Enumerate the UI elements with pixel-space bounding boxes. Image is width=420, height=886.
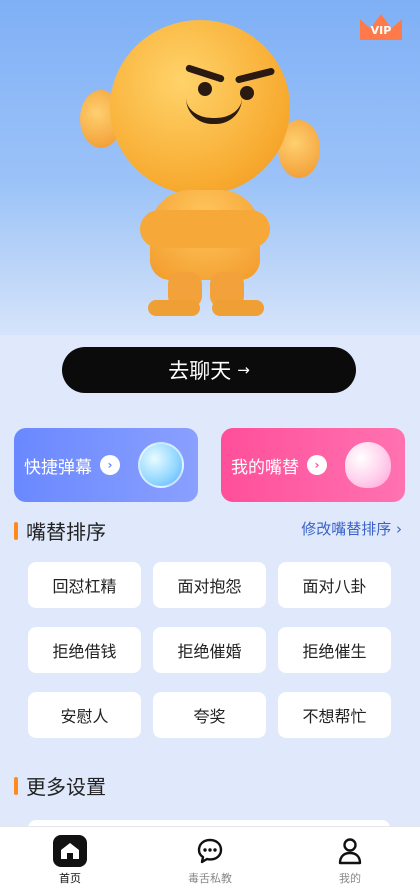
tab-me-label: 我的 xyxy=(339,872,361,885)
tab-me[interactable]: 我的 xyxy=(280,827,420,886)
mascot-illustration xyxy=(70,10,350,320)
chip-item[interactable]: 面对抱怨 xyxy=(153,562,266,608)
section-accent-bar xyxy=(14,776,18,795)
sort-section-title: 嘴替排序 xyxy=(14,516,106,545)
mascot-foot-right xyxy=(212,300,264,316)
chip-item[interactable]: 安慰人 xyxy=(28,692,141,738)
chip-item[interactable]: 拒绝借钱 xyxy=(28,627,141,673)
go-chat-button[interactable]: 去聊天 → xyxy=(62,347,356,393)
my-mouthpiece-card[interactable]: 我的嘴替 › xyxy=(221,428,405,502)
chevron-right-icon: › xyxy=(307,455,327,475)
chip-item[interactable]: 回怼杠精 xyxy=(28,562,141,608)
mouthpiece-grid: 回怼杠精 面对抱怨 面对八卦 拒绝借钱 拒绝催婚 拒绝催生 安慰人 夸奖 不想帮… xyxy=(28,562,392,738)
quick-danmaku-label: 快捷弹幕 xyxy=(24,457,92,478)
tab-home[interactable]: 首页 xyxy=(0,827,140,886)
vip-badge[interactable]: VIP xyxy=(356,8,406,48)
go-chat-label: 去聊天 xyxy=(168,359,232,383)
mascot-eye-left xyxy=(198,82,212,96)
tab-home-label: 首页 xyxy=(59,872,81,885)
vip-label: VIP xyxy=(370,24,392,37)
section-accent-bar xyxy=(14,521,18,540)
arrow-right-icon: → xyxy=(237,361,250,379)
edit-sort-label: 修改嘴替排序 xyxy=(301,520,392,538)
chip-item[interactable]: 不想帮忙 xyxy=(278,692,391,738)
more-settings-title: 更多设置 xyxy=(14,771,106,800)
tab-coach[interactable]: 毒舌私教 xyxy=(140,827,280,886)
sort-section-label: 嘴替排序 xyxy=(26,520,106,544)
chevron-right-icon: › xyxy=(100,455,120,475)
mascot-foot-left xyxy=(148,300,200,316)
quick-danmaku-card[interactable]: 快捷弹幕 › xyxy=(14,428,198,502)
my-mouthpiece-label: 我的嘴替 xyxy=(231,457,299,478)
chip-item[interactable]: 面对八卦 xyxy=(278,562,391,608)
mascot-eye-right xyxy=(240,86,254,100)
chat-bubble-icon xyxy=(193,835,227,867)
chevron-right-icon: › xyxy=(396,520,402,538)
home-icon xyxy=(53,835,87,867)
mascot-crossed-arms xyxy=(140,210,270,248)
tab-coach-label: 毒舌私教 xyxy=(188,872,232,885)
more-settings-label: 更多设置 xyxy=(26,775,106,799)
hero-banner: VIP xyxy=(0,0,420,335)
ghost-icon xyxy=(345,442,391,488)
chip-item[interactable]: 拒绝催生 xyxy=(278,627,391,673)
user-icon xyxy=(333,835,367,867)
edit-sort-link[interactable]: 修改嘴替排序 › xyxy=(301,518,402,539)
chip-item[interactable]: 夸奖 xyxy=(153,692,266,738)
bottom-tab-bar: 首页 毒舌私教 我的 xyxy=(0,826,420,886)
chip-item[interactable]: 拒绝催婚 xyxy=(153,627,266,673)
stopwatch-icon xyxy=(138,442,184,488)
